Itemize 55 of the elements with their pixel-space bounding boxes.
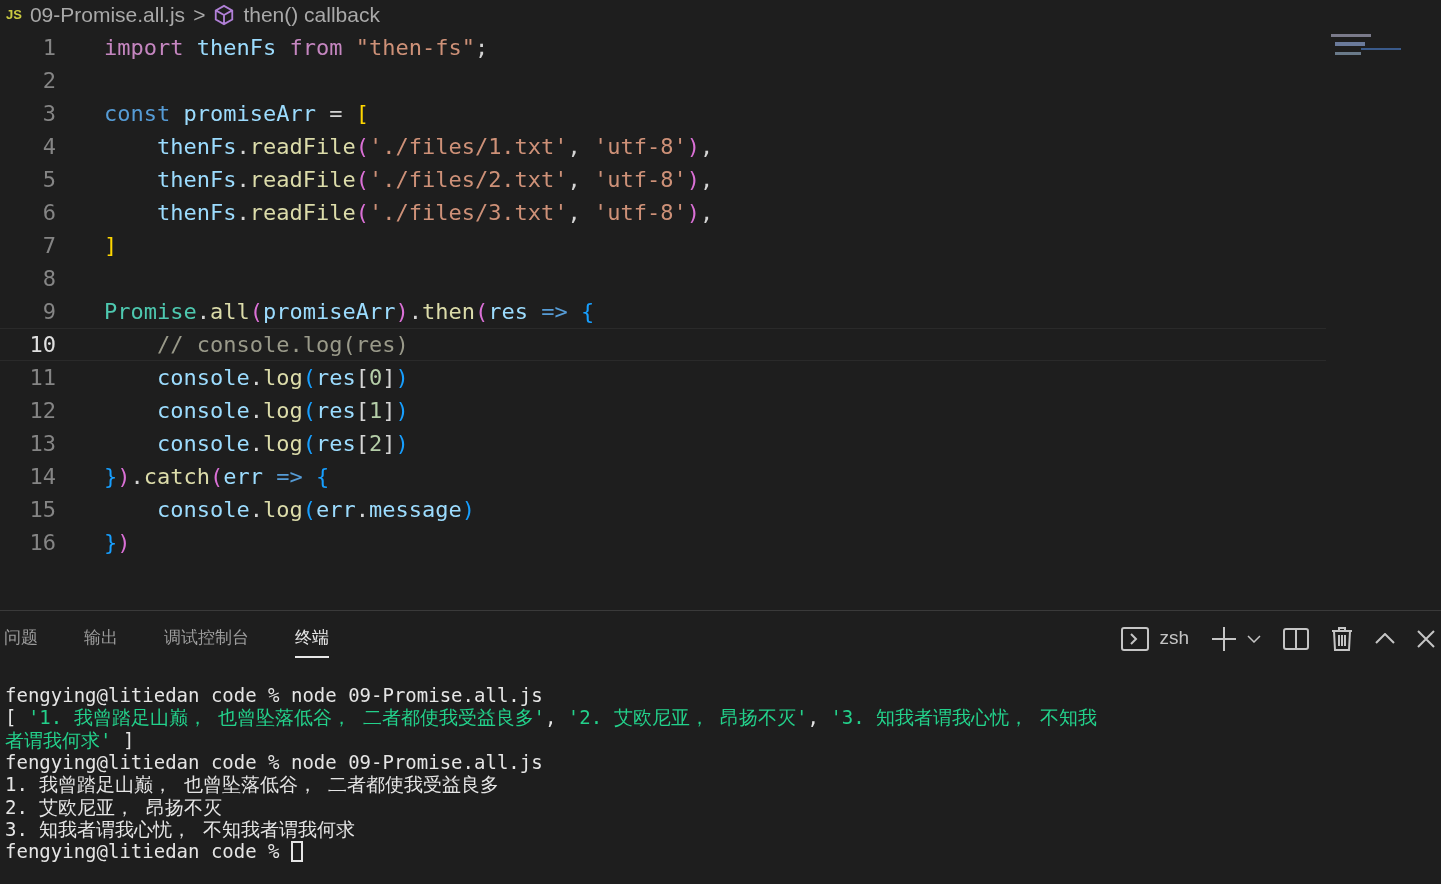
trash-icon[interactable] — [1331, 626, 1353, 651]
code-line: // console.log(res) — [155, 331, 409, 359]
terminal-icon[interactable] — [1121, 626, 1150, 651]
code-line: Promise.all(promiseArr).then(res => { — [104, 298, 595, 326]
chevron-down-icon[interactable] — [1247, 634, 1261, 643]
panel-tab[interactable]: 终端 — [295, 618, 329, 659]
terminal-line: fengying@litiedan code % node 09-Promise.all.js — [5, 684, 543, 707]
line-number: 4 — [41, 133, 56, 161]
line-number: 12 — [28, 397, 56, 425]
line-number: 6 — [41, 199, 56, 227]
line-number: 10 — [28, 331, 56, 359]
terminal-line: 者谓我何求' ] — [5, 728, 135, 751]
code-line: thenFs.readFile('./files/3.txt', 'utf-8'), — [155, 199, 714, 227]
terminal-line: 2. 艾欧尼亚， 昂扬不灭 — [5, 795, 222, 818]
breadcrumb-separator: > — [193, 2, 206, 29]
line-number: 16 — [28, 529, 56, 557]
plus-icon[interactable] — [1211, 625, 1237, 652]
line-number: 14 — [28, 463, 56, 491]
code-line: console.log(res[1]) — [155, 397, 409, 425]
line-number: 3 — [41, 100, 56, 128]
panel-tab[interactable]: 问题 — [4, 618, 38, 659]
code-line: console.log(res[2]) — [155, 430, 409, 458]
code-line: ] — [104, 232, 118, 260]
line-number: 5 — [41, 166, 56, 194]
terminal-line: [ '1. 我曾踏足山巅， 也曾坠落低谷， 二者都使我受益良多', '2. 艾欧尼亚， 昂扬不灭', '3. 知我者谓我心忧， 不知我 — [5, 706, 1097, 729]
terminal-line: fengying@litiedan code % — [5, 840, 281, 863]
code-line: }).catch(err => { — [104, 463, 330, 491]
line-number: 1 — [41, 34, 56, 62]
code-line: console.log(res[0]) — [155, 364, 409, 392]
code-line: const promiseArr = [ — [104, 100, 369, 128]
line-number: 13 — [28, 430, 56, 458]
line-number: 8 — [41, 265, 56, 293]
code-line: console.log(err.message) — [155, 496, 475, 524]
code-line: }) — [104, 529, 131, 557]
line-number: 15 — [28, 496, 56, 524]
shell-name[interactable]: zsh — [1159, 624, 1189, 653]
code-line: thenFs.readFile('./files/2.txt', 'utf-8'), — [155, 166, 714, 194]
line-number: 9 — [41, 298, 56, 326]
terminal-line: 1. 我曾踏足山巅， 也曾坠落低谷， 二者都使我受益良多 — [5, 773, 500, 796]
code-line: import thenFs from "then-fs"; — [104, 34, 489, 62]
line-number: 2 — [41, 67, 56, 95]
js-file-label: JS — [6, 6, 22, 25]
panel-tab[interactable]: 调试控制台 — [164, 618, 249, 659]
code-line: thenFs.readFile('./files/1.txt', 'utf-8'), — [155, 133, 714, 161]
cube-icon — [213, 4, 236, 26]
split-icon[interactable] — [1283, 627, 1309, 650]
chevron-up-icon[interactable] — [1375, 633, 1395, 644]
terminal-line: 3. 知我者谓我心忧， 不知我者谓我何求 — [5, 817, 355, 840]
line-number: 11 — [28, 364, 56, 392]
panel-tab[interactable]: 输出 — [84, 618, 118, 659]
terminal-line: fengying@litiedan code % node 09-Promise.all.js — [5, 751, 543, 774]
line-number: 7 — [41, 232, 56, 260]
breadcrumb-file[interactable]: 09-Promise.all.js — [29, 0, 186, 31]
close-icon[interactable] — [1417, 629, 1435, 648]
breadcrumb-symbol[interactable]: then() callback — [243, 0, 380, 31]
